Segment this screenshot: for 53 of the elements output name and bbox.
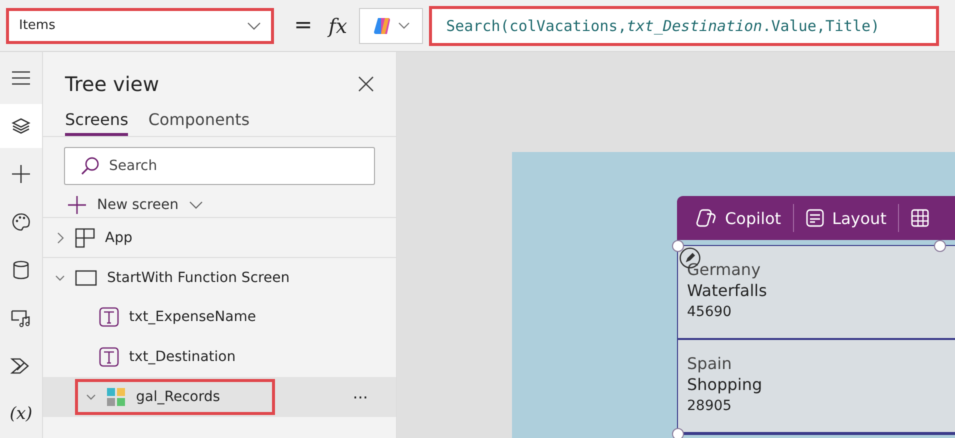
search-field[interactable]: Search <box>64 147 375 185</box>
plus-icon <box>11 164 31 184</box>
resize-handle[interactable] <box>934 240 946 252</box>
menu-icon <box>11 70 31 86</box>
tree-item[interactable]: gal_Records ··· <box>43 377 396 417</box>
palette-icon <box>11 212 31 232</box>
plus-icon <box>67 195 87 215</box>
search-icon <box>80 156 100 176</box>
equals-sign: = <box>294 13 312 38</box>
chevron-down-icon <box>188 201 203 209</box>
fx-label: fx <box>328 14 348 38</box>
chevron-right-icon <box>55 230 65 244</box>
rail-button[interactable]: (x) <box>0 392 42 436</box>
gallery-item[interactable]: Germany Waterfalls 45690 <box>678 246 955 340</box>
item-body: 45690 <box>687 304 733 320</box>
item-body: 28905 <box>687 398 733 414</box>
rail-button[interactable] <box>0 104 42 148</box>
item-subtitle: Shopping <box>687 375 764 394</box>
item-title: Germany <box>687 260 762 279</box>
tree-item[interactable]: txt_Destination <box>43 337 396 377</box>
tree-item[interactable]: txt_ExpenseName <box>43 297 396 337</box>
chevron-down-icon <box>247 22 261 30</box>
new-screen-button[interactable]: New screen <box>67 193 207 217</box>
tab[interactable]: Screens <box>65 110 128 136</box>
app-icon <box>75 228 95 248</box>
toolbar-button[interactable]: Copilot <box>691 201 786 235</box>
gallery-icon <box>106 387 126 407</box>
screen-icon <box>75 270 97 286</box>
layers-icon <box>11 116 31 136</box>
resize-handle[interactable] <box>672 240 684 252</box>
tab[interactable]: Components <box>148 110 250 136</box>
gallery-item[interactable]: Spain Shopping 28905 <box>678 340 955 434</box>
formula-field[interactable]: Search(colVacations,txt_Destination.Value,Title) <box>429 6 940 46</box>
text-label-icon <box>99 347 119 367</box>
resize-handle[interactable] <box>672 428 684 438</box>
tree-item[interactable]: StartWith Function Screen <box>43 257 396 297</box>
chevron-down-icon <box>398 22 410 30</box>
copilot-button[interactable] <box>359 8 424 44</box>
database-icon <box>12 260 30 280</box>
table-icon <box>911 209 930 227</box>
toolbar-button[interactable]: Layout <box>802 201 890 235</box>
tree-item-label: gal_Records <box>136 389 220 405</box>
close-icon[interactable] <box>358 76 374 92</box>
item-subtitle: Waterfalls <box>687 281 768 300</box>
property-dropdown[interactable]: Items <box>6 8 274 44</box>
item-title: Spain <box>687 354 733 373</box>
copilot-icon <box>695 208 717 228</box>
media-icon <box>10 308 32 328</box>
more-button[interactable]: ··· <box>352 388 368 406</box>
tree-item[interactable]: App <box>43 217 396 257</box>
layout-icon <box>806 209 824 227</box>
panel-title: Tree view <box>65 72 160 96</box>
text-label-icon <box>99 307 119 327</box>
